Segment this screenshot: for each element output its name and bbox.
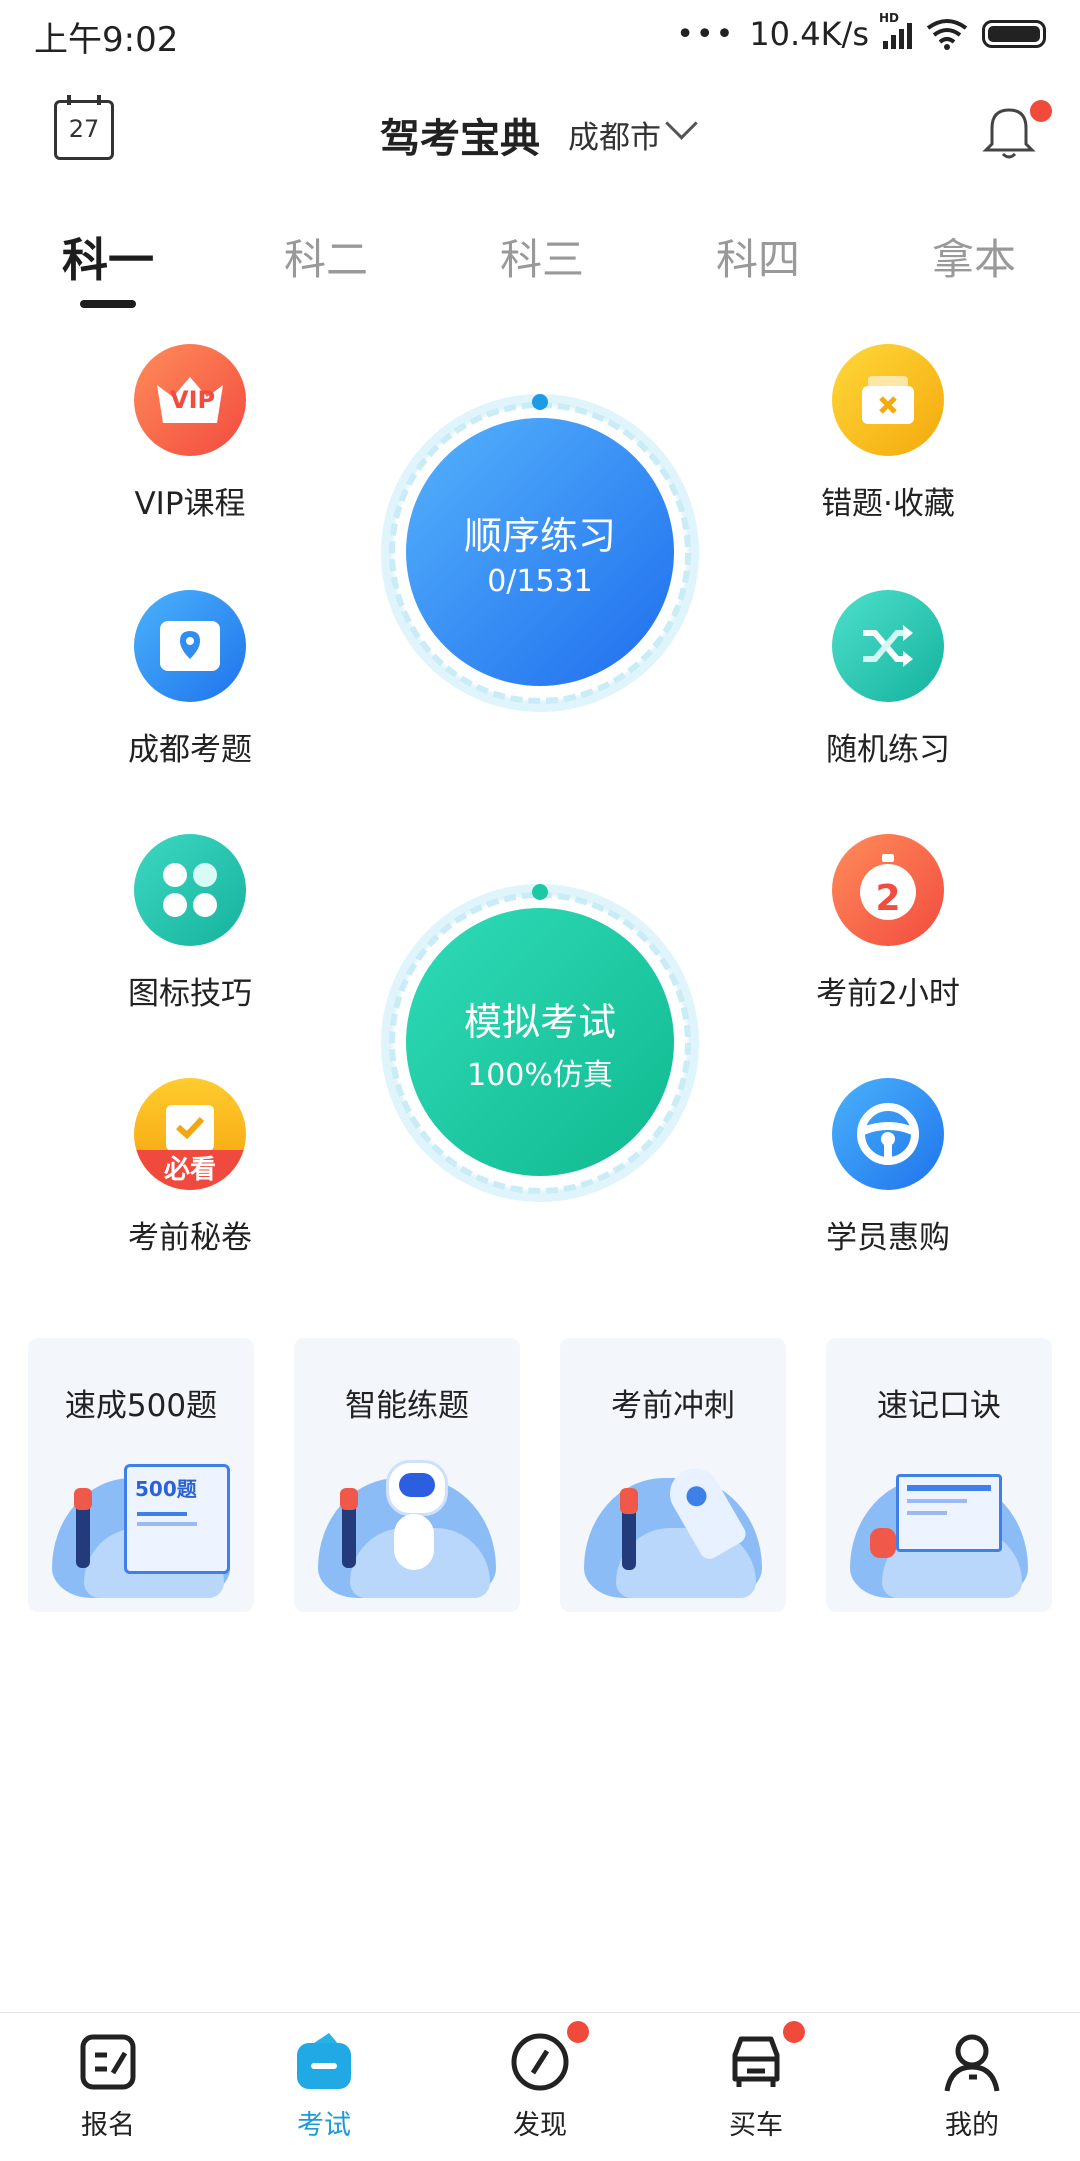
vip-badge-text: VIP — [170, 386, 216, 414]
car-icon — [725, 2021, 805, 2093]
feature-random-practice[interactable]: 随机练习 — [778, 590, 998, 769]
bottom-nav: 报名 考试 发现 买车 我的 — [0, 2012, 1080, 2161]
signal-hd-label: HD — [879, 11, 900, 25]
map-pin-icon — [134, 590, 246, 702]
feature-secret-paper[interactable]: 必看 考前秘卷 — [80, 1078, 300, 1257]
notification-dot — [1030, 100, 1052, 122]
clipboard-check-icon: 必看 — [134, 1078, 246, 1190]
exam-bag-icon — [293, 2031, 355, 2093]
feature-label: 学员惠购 — [826, 1220, 950, 1256]
nav-buy-car[interactable]: 买车 — [696, 2021, 816, 2142]
tab-subject-2[interactable]: 科二 — [284, 226, 368, 287]
wrong-box-icon — [832, 344, 944, 456]
tab-subject-4[interactable]: 科四 — [716, 226, 800, 287]
calendar-icon[interactable]: 27 — [54, 95, 114, 160]
nav-label: 发现 — [513, 2110, 567, 2141]
chevron-down-icon[interactable] — [665, 107, 698, 140]
nav-signup[interactable]: 报名 — [48, 2031, 168, 2142]
exam-subtitle: 100%仿真 — [467, 1057, 613, 1093]
card-art-text: 500题 — [135, 1477, 197, 1501]
practice-title: 顺序练习 — [463, 514, 616, 558]
status-time: 上午9:02 — [34, 20, 179, 60]
feature-mistakes-favorites[interactable]: 错题·收藏 — [778, 344, 998, 523]
wifi-icon — [926, 19, 968, 50]
city-selector[interactable]: 成都市 — [568, 112, 661, 157]
bell-icon[interactable] — [982, 102, 1036, 160]
must-see-badge: 必看 — [163, 1155, 216, 1185]
status-indicators: ••• 10.4K/s HD — [676, 11, 1046, 56]
battery-icon — [982, 20, 1046, 48]
buy-car-dot — [783, 2021, 805, 2043]
feature-label: 考前秘卷 — [128, 1220, 252, 1256]
board-icon — [896, 1474, 1002, 1552]
person-icon — [941, 2031, 1003, 2093]
sequential-practice-button[interactable]: 顺序练习 0/1531 — [406, 418, 674, 686]
card-final-sprint[interactable]: 考前冲刺 — [560, 1338, 786, 1612]
feature-label: 随机练习 — [826, 732, 950, 768]
tab-subject-3[interactable]: 科三 — [500, 226, 584, 287]
discover-dot — [567, 2021, 589, 2043]
network-speed: 10.4K/s — [749, 15, 869, 53]
tab-get-license[interactable]: 拿本 — [932, 226, 1016, 287]
feature-label: 错题·收藏 — [821, 486, 955, 522]
practice-progress: 0/1531 — [487, 564, 593, 599]
nav-label: 报名 — [81, 2110, 135, 2141]
more-dots-icon: ••• — [676, 16, 736, 52]
app-title: 驾考宝典 — [380, 116, 540, 162]
robot-icon — [386, 1460, 448, 1516]
nav-label: 考试 — [297, 2110, 351, 2141]
vip-crown-icon: VIP — [134, 344, 246, 456]
nav-label: 买车 — [729, 2110, 783, 2141]
tab-subject-1[interactable]: 科一 — [62, 224, 154, 290]
stopwatch-number: 2 — [875, 878, 901, 919]
compass-icon — [509, 2021, 589, 2093]
person-figure — [870, 1528, 896, 1558]
signup-icon — [77, 2031, 139, 2093]
feature-icon-tips[interactable]: 图标技巧 — [80, 834, 300, 1013]
feature-student-deals[interactable]: 学员惠购 — [778, 1078, 998, 1257]
feature-two-hours-before[interactable]: 2 考前2小时 — [778, 834, 998, 1013]
tab-indicator — [80, 300, 136, 308]
shuffle-icon — [832, 590, 944, 702]
feature-label: 图标技巧 — [128, 976, 252, 1012]
nav-mine[interactable]: 我的 — [912, 2031, 1032, 2142]
feature-label: VIP课程 — [134, 486, 246, 522]
card-title: 智能练题 — [345, 1388, 469, 1424]
card-smart-practice[interactable]: 智能练题 — [294, 1338, 520, 1612]
grid-dots-icon — [134, 834, 246, 946]
steering-wheel-icon — [832, 1078, 944, 1190]
feature-label: 成都考题 — [128, 732, 252, 768]
scroll-paper-icon: 500题 — [124, 1464, 230, 1574]
practice-ring-knob — [532, 394, 548, 410]
nav-exam[interactable]: 考试 — [264, 2031, 384, 2142]
mock-exam-button[interactable]: 模拟考试 100%仿真 — [406, 908, 674, 1176]
nav-discover[interactable]: 发现 — [480, 2021, 600, 2142]
feature-vip-course[interactable]: VIP VIP课程 — [80, 344, 300, 523]
card-title: 速成500题 — [64, 1388, 218, 1424]
stopwatch-icon: 2 — [832, 834, 944, 946]
card-title: 速记口诀 — [877, 1388, 1001, 1424]
nav-label: 我的 — [945, 2110, 999, 2141]
signal-icon: HD — [879, 11, 912, 49]
calendar-day: 27 — [68, 115, 100, 143]
card-memory-formula[interactable]: 速记口诀 — [826, 1338, 1052, 1612]
exam-ring-knob — [532, 884, 548, 900]
feature-city-questions[interactable]: 成都考题 — [80, 590, 300, 769]
exam-title: 模拟考试 — [463, 999, 616, 1044]
card-quick-500[interactable]: 速成500题 500题 — [28, 1338, 254, 1612]
feature-label: 考前2小时 — [816, 976, 960, 1012]
card-title: 考前冲刺 — [611, 1388, 735, 1424]
